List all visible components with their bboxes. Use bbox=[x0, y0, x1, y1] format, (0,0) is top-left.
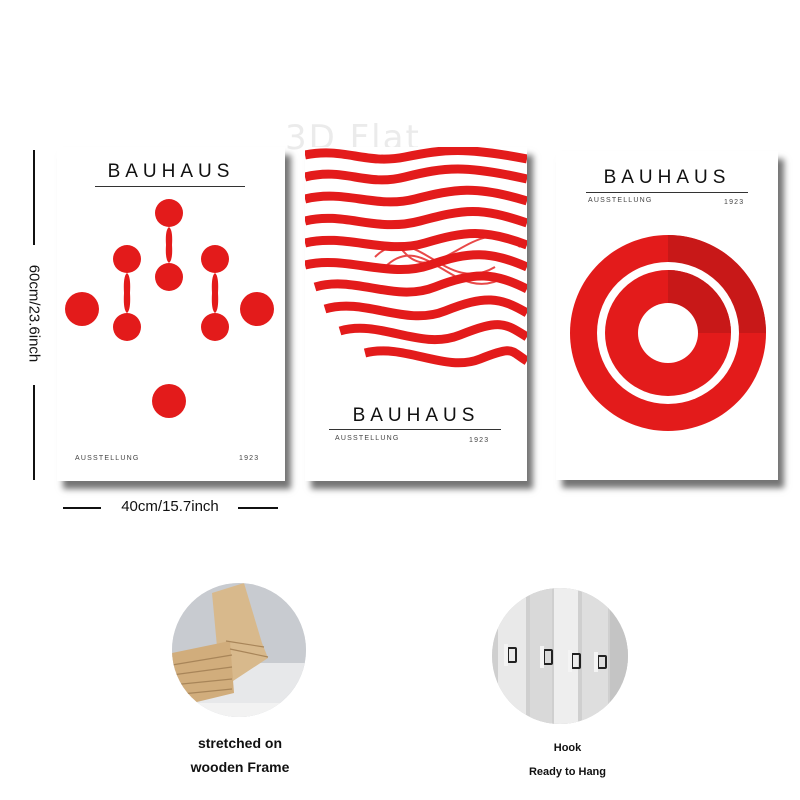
bauhaus-panel-3: BAUHAUS AUSSTELLUNG 1923 bbox=[556, 151, 778, 480]
width-dimension: 40cm/15.7inch bbox=[60, 498, 280, 518]
wooden-frame-caption: stretched on wooden Frame bbox=[170, 731, 310, 779]
panel-subtitle: AUSSTELLUNG bbox=[335, 435, 400, 442]
height-label: 60cm/23.6inch bbox=[25, 264, 43, 363]
title-rule bbox=[586, 192, 748, 193]
panel-year: 1923 bbox=[469, 437, 490, 444]
red-dots-and-bars-artwork bbox=[65, 199, 274, 418]
panel-subtitle: AUSSTELLUNG bbox=[588, 197, 653, 204]
wooden-frame-photo bbox=[172, 583, 306, 717]
panel-title: BAUHAUS bbox=[107, 161, 235, 182]
caption-line-2: wooden Frame bbox=[190, 759, 290, 775]
red-wavy-stripes-artwork bbox=[305, 147, 527, 368]
panel-year: 1923 bbox=[239, 455, 260, 462]
panel-subtitle: AUSSTELLUNG bbox=[75, 455, 140, 462]
caption-line-1: Hook bbox=[553, 742, 582, 754]
caption-line-1: stretched on bbox=[197, 735, 282, 751]
title-rule bbox=[95, 186, 245, 187]
hook-photo bbox=[492, 588, 628, 724]
width-label: 40cm/15.7inch bbox=[121, 498, 219, 515]
height-dimension: 60cm/23.6inch bbox=[22, 150, 46, 480]
hook-caption: Hook Ready to Hang bbox=[500, 736, 635, 784]
bauhaus-panel-1: BAUHAUS AUSSTELLUNG 1923 bbox=[57, 147, 285, 481]
panel-title: BAUHAUS bbox=[352, 405, 480, 426]
title-rule bbox=[329, 429, 501, 430]
bauhaus-panel-2: BAUHAUS AUSSTELLUNG 1923 bbox=[305, 147, 527, 481]
red-concentric-rings-artwork bbox=[570, 235, 766, 431]
caption-line-2: Ready to Hang bbox=[528, 766, 606, 778]
panel-title: BAUHAUS bbox=[603, 167, 731, 188]
panel-year: 1923 bbox=[724, 199, 745, 206]
